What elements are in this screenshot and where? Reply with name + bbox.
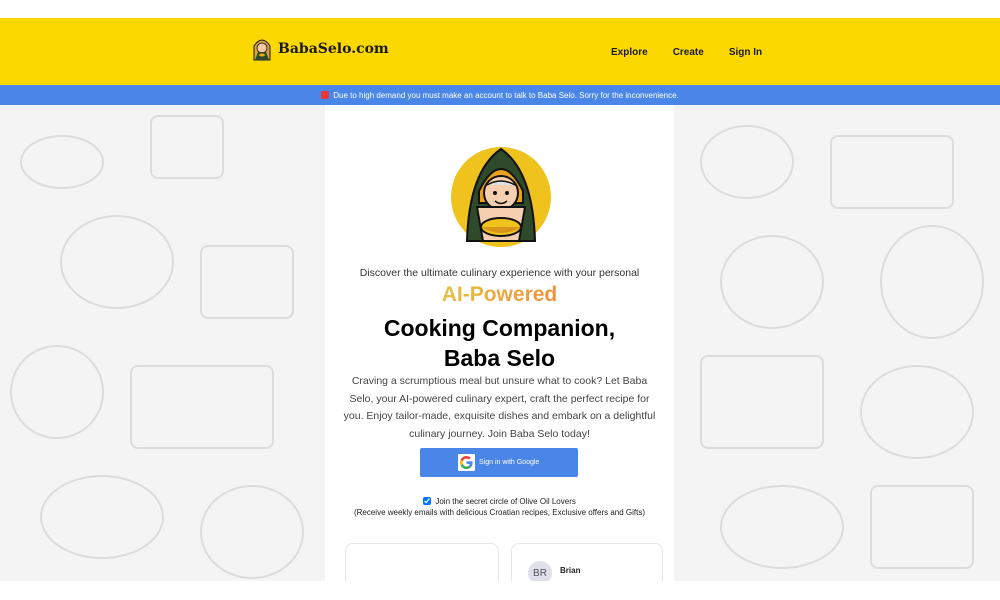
baba-selo-illustration — [451, 147, 551, 247]
main-nav: Explore Create Sign In — [611, 47, 787, 58]
hero-intro: Discover the ultimate culinary experienc… — [359, 267, 640, 279]
warning-icon — [321, 91, 330, 99]
baba-logo-icon — [253, 39, 271, 61]
testimonial-card — [345, 543, 499, 581]
hero-description: Craving a scrumptious meal but unsure wh… — [343, 375, 656, 440]
bowl-doodle — [720, 235, 824, 329]
hero-title-line1: Cooking Companion, — [383, 315, 616, 341]
optin-checkbox[interactable] — [423, 497, 432, 505]
hero-title-line2: Baba Selo — [443, 345, 556, 371]
plate-doodle — [860, 365, 974, 459]
google-sign-in-label: Sign in with Google — [479, 459, 540, 466]
testimonial-card: BR Brian — [511, 543, 663, 581]
nav-create[interactable]: Create — [673, 47, 704, 58]
hero-title: Cooking Companion, Baba Selo — [325, 313, 674, 373]
kettle-doodle — [720, 485, 844, 569]
book-doodle — [130, 365, 274, 449]
site-header: BabaSelo.com Explore Create Sign In — [0, 18, 1000, 85]
plate-doodle — [10, 345, 104, 439]
logo-text: BabaSelo.com — [278, 41, 389, 57]
signup-panel: Discover the ultimate culinary experienc… — [325, 105, 674, 581]
pan-doodle — [830, 135, 954, 209]
hero-highlight: AI-Powered — [325, 283, 674, 307]
kettle-doodle — [40, 475, 164, 559]
pan-doodle — [150, 115, 224, 179]
bowl-doodle — [60, 215, 174, 309]
banner-text: Due to high demand you must make an acco… — [333, 90, 679, 100]
pot-doodle — [700, 125, 794, 199]
jar-doodle — [870, 485, 974, 569]
mixer-doodle — [880, 225, 984, 339]
google-sign-in-button[interactable]: Sign in with Google — [420, 448, 578, 477]
box-doodle — [200, 245, 294, 319]
nav-explore[interactable]: Explore — [611, 47, 648, 58]
notice-banner: Due to high demand you must make an acco… — [0, 85, 1000, 105]
avatar: BR — [528, 561, 552, 581]
google-icon — [458, 454, 475, 471]
bottom-spacer — [0, 581, 1000, 600]
jar-doodle — [200, 485, 304, 579]
pot-doodle — [20, 135, 104, 189]
top-spacer — [0, 0, 1000, 18]
optin-sublabel: (Receive weekly emails with delicious Cr… — [353, 508, 646, 517]
testimonial-author: Brian — [560, 566, 581, 575]
nav-sign-in[interactable]: Sign In — [729, 47, 762, 58]
site-logo[interactable]: BabaSelo.com — [250, 36, 389, 62]
optin-label: Join the secret circle of Olive Oil Love… — [435, 497, 576, 506]
newsletter-optin: Join the secret circle of Olive Oil Love… — [325, 496, 674, 518]
box-doodle — [700, 355, 824, 449]
